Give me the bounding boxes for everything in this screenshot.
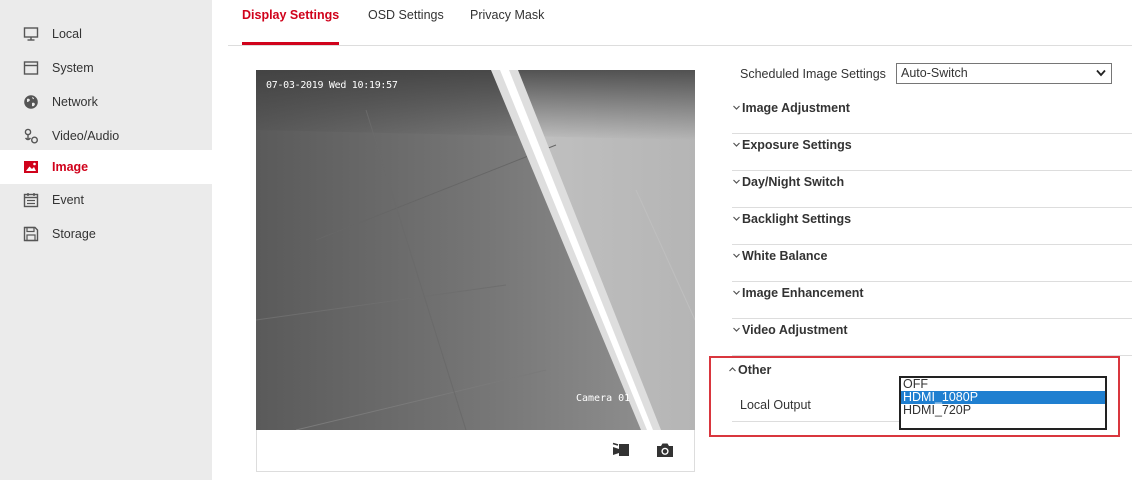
chevron-down-icon bbox=[733, 142, 740, 147]
sidebar-item-label: Local bbox=[52, 27, 82, 41]
live-preview[interactable]: 07-03-2019 Wed 10:19:57 Camera 01 bbox=[256, 70, 695, 430]
section-label: White Balance bbox=[742, 249, 828, 263]
divider bbox=[732, 421, 900, 422]
video-audio-icon bbox=[23, 128, 39, 144]
sidebar-item-label: Event bbox=[52, 193, 84, 207]
section-white-balance[interactable]: White Balance bbox=[732, 245, 1132, 282]
tab-bar: Display Settings OSD Settings Privacy Ma… bbox=[228, 0, 1132, 46]
section-image-adjustment[interactable]: Image Adjustment bbox=[732, 97, 1132, 134]
section-day-night-switch[interactable]: Day/Night Switch bbox=[732, 171, 1132, 208]
chevron-down-icon bbox=[733, 179, 740, 184]
tab-privacy-mask[interactable]: Privacy Mask bbox=[470, 0, 544, 46]
video-toolbar bbox=[256, 430, 695, 472]
section-label: Video Adjustment bbox=[742, 323, 848, 337]
section-exposure-settings[interactable]: Exposure Settings bbox=[732, 134, 1132, 171]
chevron-down-icon bbox=[733, 327, 740, 332]
chevron-down-icon bbox=[733, 290, 740, 295]
sidebar-item-system[interactable]: System bbox=[0, 51, 212, 85]
sidebar: Local System Network Video/Audio Image E… bbox=[0, 0, 212, 480]
scheduled-image-settings-label: Scheduled Image Settings bbox=[740, 67, 886, 81]
chevron-down-icon bbox=[1096, 69, 1106, 77]
dropdown-option-hdmi-720p[interactable]: HDMI_720P bbox=[901, 404, 1105, 417]
section-label: Other bbox=[738, 363, 772, 377]
section-label: Day/Night Switch bbox=[742, 175, 845, 189]
osd-timestamp: 07-03-2019 Wed 10:19:57 bbox=[266, 80, 398, 91]
sidebar-item-label: Storage bbox=[52, 227, 96, 241]
section-label: Image Enhancement bbox=[742, 286, 864, 300]
sidebar-item-local[interactable]: Local bbox=[0, 17, 212, 51]
sidebar-item-label: Video/Audio bbox=[52, 129, 120, 143]
sidebar-item-label: System bbox=[52, 61, 94, 75]
chevron-down-icon bbox=[733, 105, 740, 110]
sidebar-item-event[interactable]: Event bbox=[0, 183, 212, 217]
window-icon bbox=[23, 60, 39, 76]
scheduled-image-settings-select[interactable]: Auto-Switch bbox=[896, 63, 1112, 84]
chevron-down-icon bbox=[733, 253, 740, 258]
record-icon[interactable] bbox=[612, 442, 630, 458]
sidebar-item-storage[interactable]: Storage bbox=[0, 217, 212, 251]
local-output-dropdown[interactable]: OFF HDMI_1080P HDMI_720P bbox=[899, 376, 1107, 430]
globe-icon bbox=[23, 94, 39, 110]
sidebar-item-network[interactable]: Network bbox=[0, 85, 212, 119]
sidebar-item-label: Network bbox=[52, 95, 98, 109]
section-backlight-settings[interactable]: Backlight Settings bbox=[732, 208, 1132, 245]
osd-camera-name: Camera 01 bbox=[576, 393, 631, 404]
sidebar-item-image[interactable]: Image bbox=[0, 150, 212, 184]
image-icon bbox=[23, 159, 39, 175]
tab-display-settings[interactable]: Display Settings bbox=[242, 0, 340, 46]
section-video-adjustment[interactable]: Video Adjustment bbox=[732, 319, 1132, 356]
section-image-enhancement[interactable]: Image Enhancement bbox=[732, 282, 1132, 319]
section-label: Exposure Settings bbox=[742, 138, 852, 152]
section-label: Image Adjustment bbox=[742, 101, 850, 115]
chevron-up-icon bbox=[729, 367, 736, 372]
sidebar-item-label: Image bbox=[52, 160, 89, 174]
camera-snapshot-icon[interactable] bbox=[656, 442, 674, 458]
scheduled-select-value: Auto-Switch bbox=[901, 66, 968, 80]
camera-scene bbox=[256, 70, 695, 430]
calendar-icon bbox=[23, 192, 39, 208]
chevron-down-icon bbox=[733, 216, 740, 221]
section-label: Backlight Settings bbox=[742, 212, 852, 226]
tab-osd-settings[interactable]: OSD Settings bbox=[368, 0, 444, 46]
sidebar-item-video-audio[interactable]: Video/Audio bbox=[0, 119, 212, 153]
local-output-label: Local Output bbox=[740, 398, 811, 412]
monitor-icon bbox=[23, 26, 39, 42]
storage-icon bbox=[23, 226, 39, 242]
